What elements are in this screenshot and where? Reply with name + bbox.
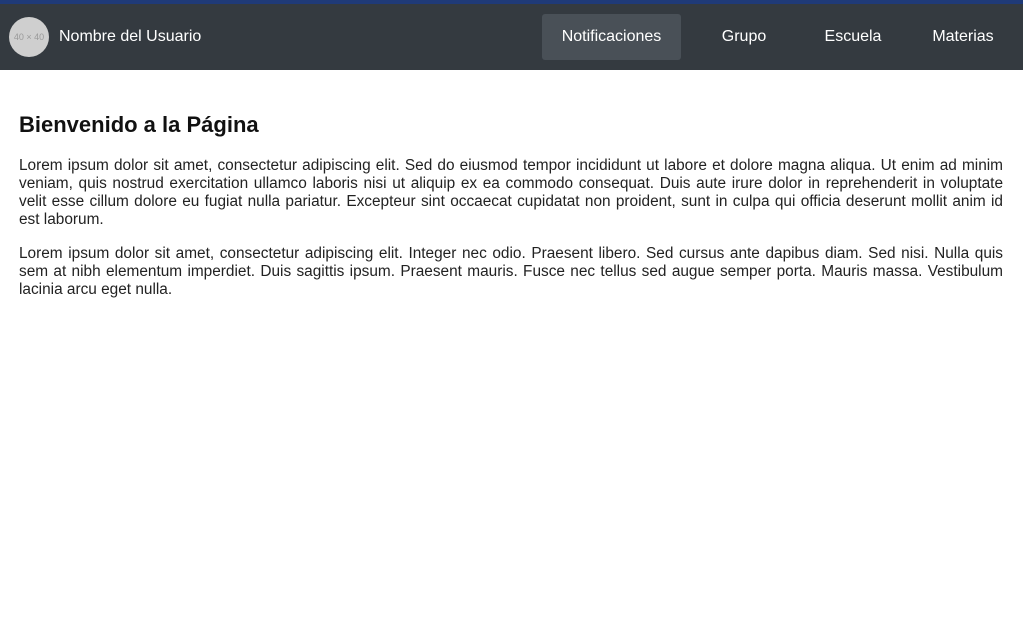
nav-item-label: Materias [932, 28, 994, 45]
nav-item-escuela[interactable]: Escuela [803, 14, 903, 60]
username[interactable]: Nombre del Usuario [59, 28, 201, 46]
navbar: 40 × 40 Nombre del Usuario Notificacione… [0, 4, 1023, 70]
user-block: 40 × 40 Nombre del Usuario [0, 17, 201, 57]
nav-item-materias[interactable]: Materias [903, 14, 1023, 60]
paragraph-1: Lorem ipsum dolor sit amet, consectetur … [19, 157, 1003, 228]
nav-item-label: Notificaciones [561, 28, 662, 45]
main-content: Bienvenido a la Página Lorem ipsum dolor… [0, 70, 1023, 299]
paragraph-2: Lorem ipsum dolor sit amet, consectetur … [19, 245, 1003, 298]
nav-item-grupo[interactable]: Grupo [693, 14, 795, 60]
nav-links: Notificaciones Grupo Escuela Materias [542, 4, 1023, 70]
nav-item-label: Grupo [721, 28, 767, 45]
nav-item-label: Escuela [824, 28, 882, 45]
avatar[interactable]: 40 × 40 [9, 17, 49, 57]
nav-item-notificaciones[interactable]: Notificaciones [542, 14, 681, 60]
page-title: Bienvenido a la Página [19, 112, 259, 137]
avatar-placeholder-text: 40 × 40 [13, 32, 45, 42]
